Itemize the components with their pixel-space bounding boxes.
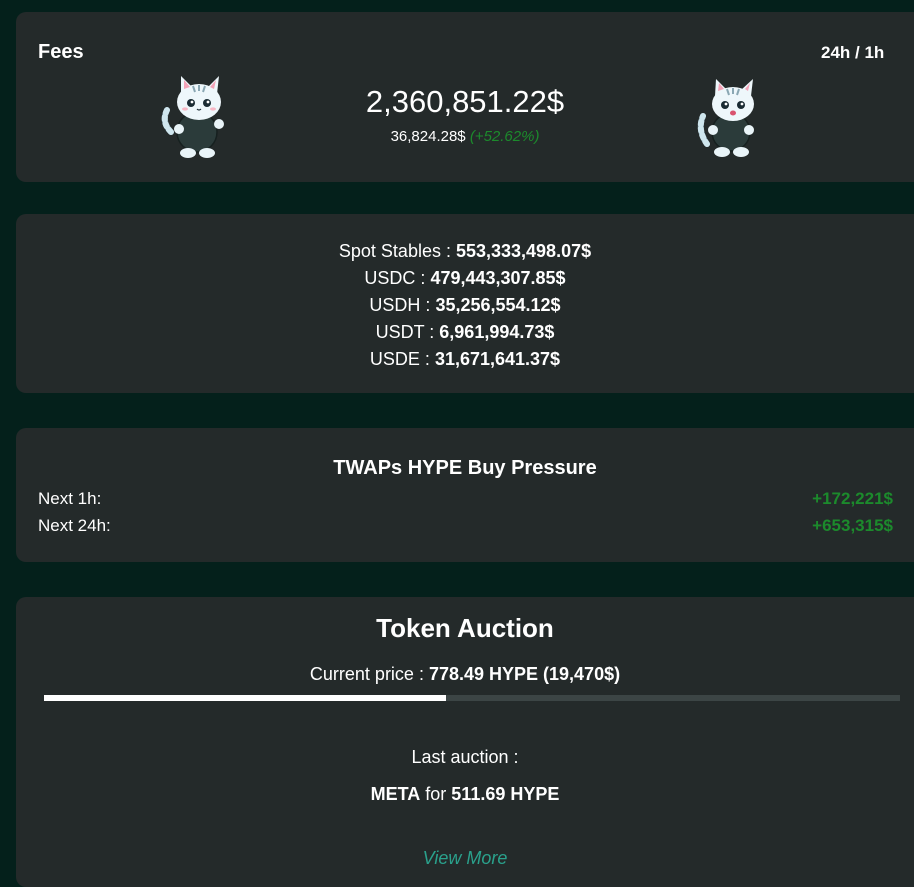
- auction-progress-bar: [44, 695, 900, 701]
- fees-total-amount: 2,360,851.22$: [365, 84, 565, 119]
- twap-row-label: Next 24h:: [38, 516, 111, 535]
- stables-value: 31,671,641.37$: [434, 349, 561, 369]
- fees-card: Fees 24h / 1h 2,360,851.22$ 36,824.28$ (…: [16, 12, 914, 182]
- stables-row-usdh: USDH : 35,256,554.12$: [16, 292, 914, 319]
- twap-row-next-1h: Next 1h: +172,221$: [38, 489, 893, 509]
- twap-title: TWAPs HYPE Buy Pressure: [333, 457, 597, 479]
- stables-row-usdt: USDT : 6,961,994.73$: [16, 319, 914, 346]
- stables-value: 479,443,307.85$: [430, 268, 566, 288]
- stables-list: Spot Stables : 553,333,498.07$ USDC : 47…: [16, 238, 914, 373]
- twap-row-value: +172,221$: [812, 489, 893, 508]
- cat-mascot-icon: [697, 79, 754, 157]
- auction-card: Token Auction Current price : 778.49 HYP…: [16, 597, 914, 887]
- stables-value: 553,333,498.07$: [455, 241, 592, 261]
- twap-row-label: Next 1h:: [38, 489, 102, 508]
- auction-price-value: 778.49 HYPE (19,470$): [428, 664, 621, 684]
- fees-hourly-amount: 36,824.28$: [390, 128, 466, 145]
- stables-row-usde: USDE : 31,671,641.37$: [16, 346, 914, 373]
- last-auction-label: Last auction :: [411, 747, 519, 767]
- last-auction-result: META for 511.69 HYPE: [16, 784, 914, 805]
- stables-row-usdc: USDC : 479,443,307.85$: [16, 265, 914, 292]
- stables-row-spot: Spot Stables : 553,333,498.07$: [16, 238, 914, 265]
- stables-value: 35,256,554.12$: [435, 295, 561, 315]
- stables-value: 6,961,994.73$: [439, 322, 555, 342]
- stables-label: USDE :: [369, 349, 435, 369]
- auction-price-label: Current price :: [309, 664, 429, 684]
- view-more-link[interactable]: View More: [16, 848, 914, 869]
- last-auction-token: META: [370, 784, 421, 804]
- last-auction-for: for: [420, 784, 452, 804]
- fees-title: Fees: [38, 41, 84, 63]
- stables-label: USDH :: [369, 295, 436, 315]
- twap-card: TWAPs HYPE Buy Pressure Next 1h: +172,22…: [16, 428, 914, 562]
- stables-label: USDC :: [364, 268, 431, 288]
- fees-hourly: 36,824.28$ (+52.62%): [16, 128, 914, 145]
- twap-row-next-24h: Next 24h: +653,315$: [38, 516, 893, 536]
- twap-row-value: +653,315$: [812, 516, 893, 535]
- auction-current-price: Current price : 778.49 HYPE (19,470$): [16, 664, 914, 685]
- auction-progress-fill: [44, 695, 447, 701]
- fees-hourly-change: (+52.62%): [469, 128, 540, 145]
- auction-title: Token Auction: [376, 613, 554, 643]
- last-auction-amount: 511.69 HYPE: [451, 784, 560, 804]
- fees-period-toggle[interactable]: 24h / 1h: [821, 43, 884, 63]
- stables-card: Spot Stables : 553,333,498.07$ USDC : 47…: [16, 214, 914, 393]
- stables-label: USDT :: [375, 322, 440, 342]
- stables-label: Spot Stables :: [338, 241, 456, 261]
